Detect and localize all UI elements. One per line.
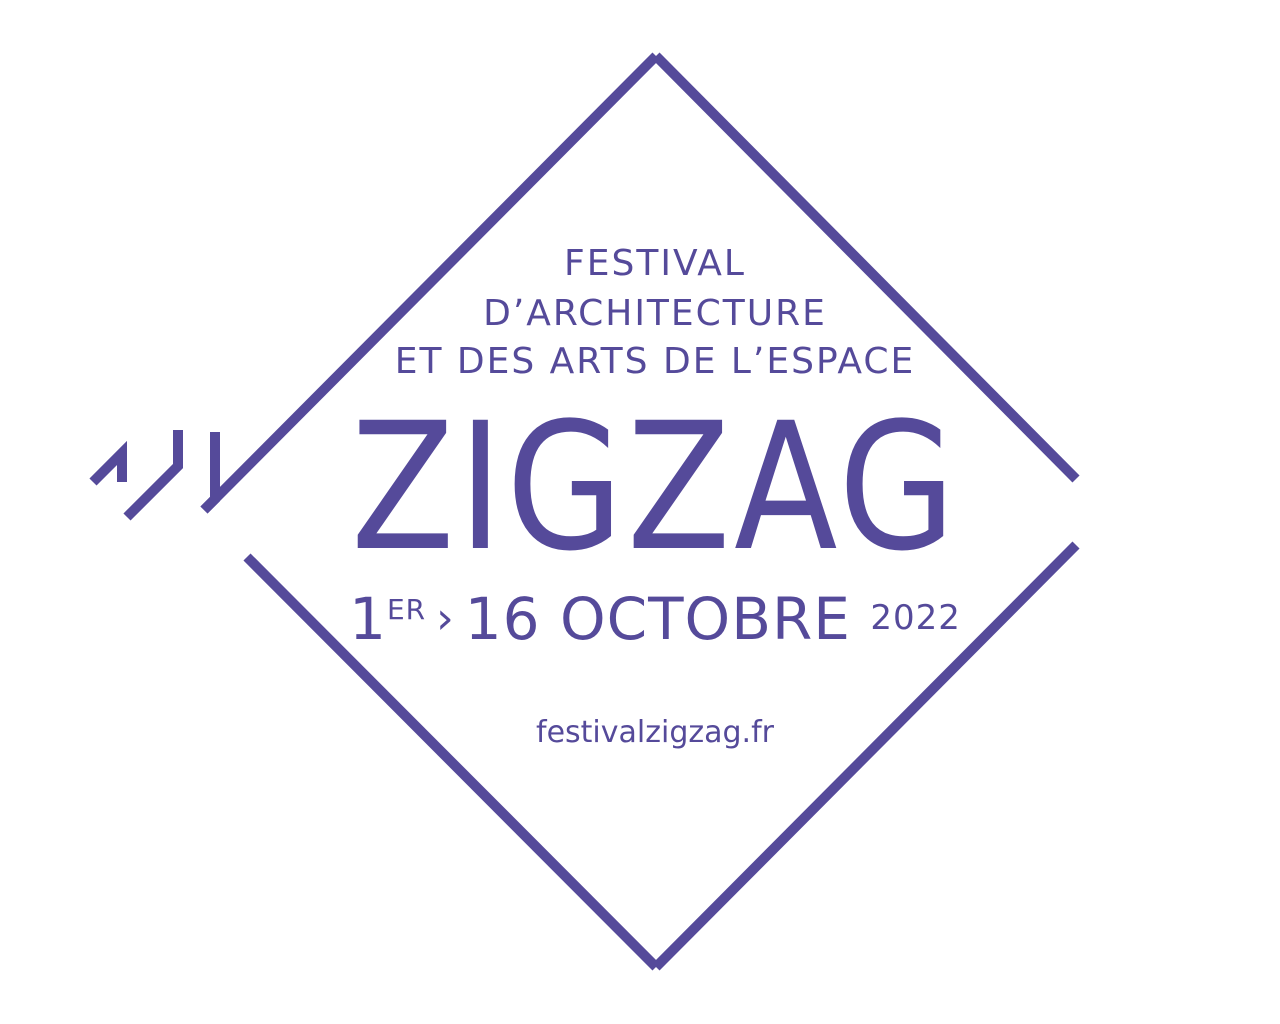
subtitle-architecture: D’ARCHITECTURE bbox=[483, 293, 827, 334]
date-year: 2022 bbox=[870, 598, 961, 638]
subtitle-arts-espace: ET DES ARTS DE L’ESPACE bbox=[394, 341, 916, 382]
festival-dates: 1ER › 16 OCTOBRE 2022 bbox=[0, 590, 1280, 648]
festival-poster: FESTIVAL D’ARCHITECTURE ET DES ARTS DE L… bbox=[0, 0, 1280, 1024]
subtitle-festival: FESTIVAL bbox=[564, 243, 746, 284]
festival-website-link[interactable]: festivalzigzag.fr bbox=[0, 718, 1280, 748]
date-start-suffix: ER bbox=[386, 593, 427, 626]
date-start-day: 1 bbox=[349, 585, 387, 653]
date-end-day-month: 16 OCTOBRE bbox=[464, 585, 851, 653]
festival-title: ZIGZAG bbox=[350, 385, 960, 590]
date-separator: › bbox=[436, 593, 455, 644]
